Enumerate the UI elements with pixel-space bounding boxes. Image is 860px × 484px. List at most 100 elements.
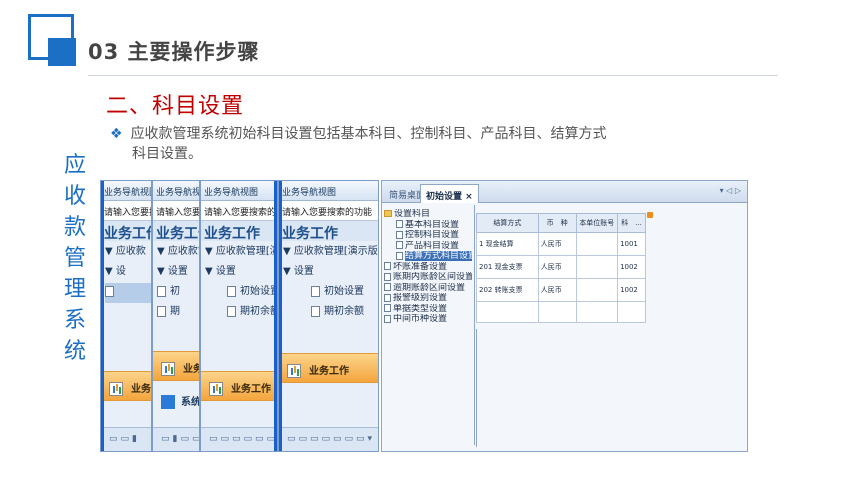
bar-chart-icon bbox=[109, 382, 123, 396]
tab-label: 业务 bbox=[131, 384, 151, 395]
panel-toolbar[interactable]: ▭▭▭▭▭▭▭▾ bbox=[279, 427, 378, 451]
column-header[interactable]: 结算方式 bbox=[476, 213, 539, 233]
page-title: 03 主要操作步骤 bbox=[88, 40, 260, 64]
table-cell[interactable] bbox=[575, 232, 619, 256]
tree-item[interactable]: ▼ 设 bbox=[105, 263, 151, 283]
tree-item[interactable]: 初 bbox=[157, 283, 199, 303]
tree-item[interactable]: 初始设置 bbox=[205, 283, 277, 303]
panel-toolbar[interactable]: ▭▭▮ bbox=[101, 427, 151, 451]
document-icon bbox=[384, 293, 391, 302]
table-cell[interactable]: 人民币 bbox=[537, 278, 577, 302]
column-menu-icon[interactable] bbox=[647, 212, 653, 218]
tab-label: 业务工 bbox=[183, 364, 199, 375]
tab-initial-settings[interactable]: 初始设置 × bbox=[420, 184, 479, 203]
document-icon bbox=[227, 285, 236, 297]
tree-item[interactable] bbox=[105, 283, 151, 303]
tree-item-overdue-aging[interactable]: 逾期账龄区间设置 bbox=[384, 283, 472, 294]
table-cell[interactable]: 1002 bbox=[617, 255, 646, 279]
table-cell[interactable]: 1001 bbox=[617, 232, 646, 256]
pane-divider[interactable] bbox=[474, 205, 475, 445]
folder-icon bbox=[384, 210, 392, 217]
tree-item-settlement-subject[interactable]: 结算方式科目设置 bbox=[384, 251, 472, 262]
system-service-tab[interactable]: 系统服 bbox=[153, 383, 199, 427]
tree-item[interactable]: ▼ 应收款管理[演示 bbox=[205, 243, 277, 263]
nav-tree: ▼ 应收款管理[演示 ▼ 设置 初始设置 期初余额 bbox=[201, 241, 277, 323]
tree-item[interactable] bbox=[105, 303, 151, 323]
tree-item-label: 期初余额 bbox=[240, 306, 278, 317]
tree-item[interactable]: ▼ 设置 bbox=[205, 263, 277, 283]
tree-item-label: 坏账准备设置 bbox=[393, 261, 448, 272]
tree-item[interactable]: 期初余额 bbox=[205, 303, 277, 323]
side-title-char: 应 bbox=[63, 153, 86, 178]
nav-panel-4: 业务导航视图 请输入您要搜索的功能 业务工作 ▼ 应收款管理[演示版] ▼ 设置… bbox=[278, 180, 379, 452]
table-row[interactable]: 1 现金结算 人民币 1001 bbox=[476, 232, 646, 256]
tree-item[interactable]: ▼ 应收款管 bbox=[157, 243, 199, 263]
business-work-header[interactable]: 业务工作 bbox=[101, 221, 151, 242]
business-work-tab[interactable]: 业务 bbox=[101, 371, 151, 401]
tab-scroll-controls[interactable]: ▾ ◁ ▷ bbox=[720, 186, 741, 195]
column-header[interactable]: 科 ... bbox=[617, 213, 646, 233]
table-cell[interactable]: 人民币 bbox=[537, 232, 577, 256]
panel-title: 业务导航视图 bbox=[201, 181, 277, 201]
monitor-icon bbox=[161, 395, 175, 409]
tree-folder-subject-settings[interactable]: 设置科目 bbox=[384, 209, 472, 220]
table-cell[interactable]: 202 转账支票 bbox=[476, 278, 539, 302]
tree-item-product-subject[interactable]: 产品科目设置 bbox=[384, 241, 472, 252]
table-cell[interactable]: 人民币 bbox=[537, 255, 577, 279]
search-input[interactable]: 请输入您要搜索的功能 bbox=[279, 201, 378, 221]
header-divider bbox=[88, 75, 778, 76]
tab-bar: 简易桌面 初始设置 × ▾ ◁ ▷ bbox=[382, 181, 747, 203]
nav-tree: ▼ 应收款管理[演示版] ▼ 设置 初始设置 期初余额 bbox=[279, 241, 378, 323]
table-cell[interactable]: 1002 bbox=[617, 278, 646, 302]
panel-toolbar[interactable]: ▭▮▭▭ bbox=[153, 427, 199, 451]
table-cell[interactable] bbox=[575, 255, 619, 279]
tree-item-middle-currency[interactable]: 中间币种设置 bbox=[384, 314, 472, 325]
column-header[interactable]: 币 种 bbox=[537, 213, 577, 233]
business-work-tab[interactable]: 业务工作 bbox=[279, 353, 378, 383]
table-cell[interactable]: 1 现金结算 bbox=[476, 232, 539, 256]
tab-label: 系统服 bbox=[181, 397, 200, 408]
panel-toolbar[interactable]: ▭▭▭▭▭▭ bbox=[201, 427, 277, 451]
business-work-header[interactable]: 业务工作 bbox=[201, 221, 277, 242]
blue-border bbox=[274, 181, 277, 451]
tree-item-bad-debt[interactable]: 坏账准备设置 bbox=[384, 262, 472, 273]
document-icon bbox=[384, 304, 391, 312]
search-input[interactable]: 请输入您要搜索的 bbox=[153, 201, 199, 221]
business-work-header[interactable]: 业务工作 bbox=[153, 221, 199, 242]
search-input[interactable]: 请输入您要搜 bbox=[101, 201, 151, 221]
tree-item-label: 期初余额 bbox=[324, 306, 364, 317]
table-row-empty[interactable] bbox=[476, 301, 646, 323]
tree-item-control-subject[interactable]: 控制科目设置 bbox=[384, 230, 472, 241]
table-cell[interactable] bbox=[575, 278, 619, 302]
tree-item[interactable]: ▼ 设置 bbox=[157, 263, 199, 283]
column-header[interactable]: 本单位账号 bbox=[575, 213, 619, 233]
tree-item[interactable]: 初始设置 bbox=[283, 283, 378, 303]
side-title-char: 管 bbox=[63, 246, 86, 271]
tree-item-label: 单据类型设置 bbox=[393, 303, 448, 314]
tree-item[interactable]: 期 bbox=[157, 303, 199, 323]
initial-settings-window: 简易桌面 初始设置 × ▾ ◁ ▷ 设置科目 基本科目设置 控制科目设置 产品科… bbox=[381, 180, 748, 452]
tree-item[interactable]: ▼ 应收款管理[演示版] bbox=[283, 243, 378, 263]
tree-item[interactable]: ▼ 设置 bbox=[283, 263, 378, 283]
business-work-tab[interactable]: 业务工 bbox=[153, 351, 199, 381]
business-work-header[interactable]: 业务工作 bbox=[279, 221, 378, 242]
tree-item-aging-in-term[interactable]: 账期内账龄区间设置 bbox=[384, 272, 472, 283]
tree-item-basic-subject[interactable]: 基本科目设置 bbox=[384, 220, 472, 231]
tree-item[interactable]: ▼ 应收款 bbox=[105, 243, 151, 263]
tree-item-label: 初始设置 bbox=[324, 286, 364, 297]
tree-item-label: 初 bbox=[170, 286, 180, 297]
search-input[interactable]: 请输入您要搜索的功能 bbox=[201, 201, 277, 221]
nav-panel-2: 业务导航视图 请输入您要搜索的 业务工作 ▼ 应收款管 ▼ 设置 初 期 业务工… bbox=[152, 180, 200, 452]
tab-label: 业务工作 bbox=[309, 366, 349, 377]
table-row[interactable]: 202 转账支票 人民币 1002 bbox=[476, 278, 646, 302]
side-title-char: 理 bbox=[63, 277, 86, 302]
tree-item-label: 逾期账龄区间设置 bbox=[393, 282, 466, 293]
business-work-tab[interactable]: 业务工作 bbox=[201, 371, 277, 401]
table-row[interactable]: 201 现金支票 人民币 1002 bbox=[476, 255, 646, 279]
tree-item-alert-level[interactable]: 报警级别设置 bbox=[384, 293, 472, 304]
tree-item-doc-type[interactable]: 单据类型设置 bbox=[384, 304, 472, 315]
tree-item[interactable]: 期初余额 bbox=[283, 303, 378, 323]
tree-item-label: 中间币种设置 bbox=[393, 314, 448, 324]
close-icon[interactable]: × bbox=[465, 192, 473, 202]
table-cell[interactable]: 201 现金支票 bbox=[476, 255, 539, 279]
